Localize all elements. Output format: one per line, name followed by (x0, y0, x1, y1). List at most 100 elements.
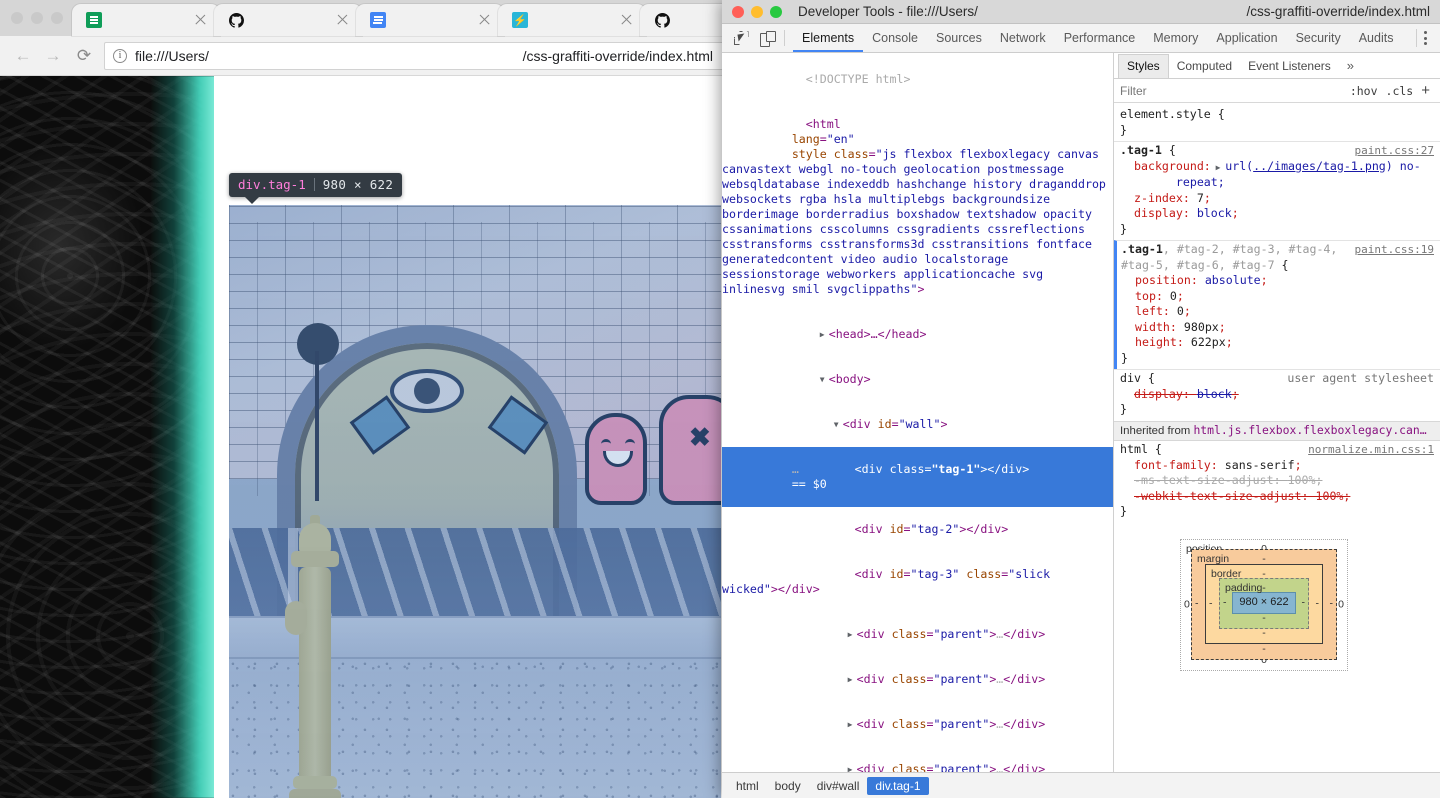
dom-line-parent[interactable]: ▶ <div class="parent">…</div> (722, 747, 1113, 772)
inspect-element-icon[interactable] (728, 27, 754, 49)
box-model-border[interactable]: border - - - - padding - - - - 980 × 622 (1205, 563, 1323, 644)
close-tab-icon[interactable] (336, 13, 349, 26)
rule-source-link[interactable]: paint.css:27 (1355, 143, 1434, 159)
breadcrumb-div-tag-1[interactable]: div.tag-1 (867, 776, 929, 795)
devtools-window-url: /css-graffiti-override/index.html (1246, 4, 1430, 19)
tab-event-listeners[interactable]: Event Listeners (1240, 54, 1339, 78)
declaration-top[interactable]: top: 0; (1121, 289, 1434, 305)
kebab-menu-icon[interactable] (1416, 29, 1434, 47)
reload-button[interactable]: ⟳ (68, 46, 100, 66)
close-tab-icon[interactable] (478, 13, 491, 26)
device-toolbar-icon[interactable] (754, 27, 780, 49)
toggle-element-classes-button[interactable]: .cls (1386, 84, 1414, 98)
margin-bottom-value[interactable]: - (1262, 642, 1266, 658)
declaration-display[interactable]: display: block; (1120, 206, 1434, 222)
devtools-body: <!DOCTYPE html> <html lang="en" style cl… (722, 53, 1440, 772)
box-model-margin[interactable]: margin - - - - border - - - - padding - … (1191, 548, 1337, 660)
dom-tree[interactable]: <!DOCTYPE html> <html lang="en" style cl… (722, 53, 1114, 772)
tab-styles[interactable]: Styles (1118, 53, 1169, 78)
tab-network[interactable]: Network (991, 24, 1055, 52)
dom-line-body-open[interactable]: ▼ <body> (722, 357, 1113, 402)
rule-source-link[interactable]: normalize.min.css:1 (1308, 442, 1434, 458)
position-left-value[interactable]: 0 (1184, 597, 1190, 613)
browser-tab-2[interactable] (214, 4, 362, 36)
forward-button[interactable]: → (38, 46, 68, 66)
declaration-width[interactable]: width: 980px; (1121, 320, 1434, 336)
close-tab-icon[interactable] (620, 13, 633, 26)
border-left-value[interactable]: - (1209, 596, 1213, 612)
dom-line-wall-open[interactable]: ▼ <div id="wall"> (722, 402, 1113, 447)
dom-line-parent[interactable]: ▶ <div class="parent">…</div> (722, 612, 1113, 657)
close-tab-icon[interactable] (194, 13, 207, 26)
address-bar[interactable]: i file:///Users/ /css-graffiti-override/… (104, 41, 726, 70)
background-image-url[interactable]: ../images/tag-1.png (1253, 159, 1386, 173)
close-window-button[interactable] (11, 12, 23, 24)
maximize-window-button[interactable] (770, 5, 782, 18)
tooltip-divider (313, 178, 315, 191)
declaration-background[interactable]: background: ▶ url(../images/tag-1.png) n… (1120, 159, 1434, 191)
tab-console[interactable]: Console (863, 24, 927, 52)
dom-line-parent[interactable]: ▶ <div class="parent">…</div> (722, 657, 1113, 702)
padding-left-value[interactable]: - (1223, 595, 1227, 611)
tab-application[interactable]: Application (1207, 24, 1286, 52)
breadcrumb-div-wall[interactable]: div#wall (809, 777, 868, 795)
back-button[interactable]: ← (8, 46, 38, 66)
maximize-window-button[interactable] (51, 12, 63, 24)
declaration-ms-text-size-adjust[interactable]: -ms-text-size-adjust: 100%; (1120, 473, 1434, 489)
tab-computed[interactable]: Computed (1169, 54, 1240, 78)
new-style-rule-button[interactable]: + (1421, 82, 1434, 99)
page-info-icon[interactable]: i (113, 48, 127, 63)
padding-bottom-value[interactable]: - (1262, 611, 1266, 627)
styles-rule-list: element.style { } .tag-1 { paint.css:27 … (1114, 103, 1440, 772)
padding-right-value[interactable]: - (1302, 595, 1306, 611)
devtools-panel-tabs: Elements Console Sources Network Perform… (722, 24, 1440, 53)
margin-right-value[interactable]: - (1330, 596, 1334, 612)
box-model-position[interactable]: position 0 0 0 0 margin - - - - (1180, 538, 1348, 671)
devtools-traffic-lights[interactable] (732, 5, 782, 18)
styles-filter-input[interactable]: Filter (1120, 84, 1342, 98)
minimize-window-button[interactable] (31, 12, 43, 24)
close-window-button[interactable] (732, 5, 744, 18)
tab-elements[interactable]: Elements (793, 24, 863, 52)
declaration-display-overridden[interactable]: display: block; (1120, 387, 1434, 403)
tab-performance[interactable]: Performance (1055, 24, 1145, 52)
toggle-pseudo-states-button[interactable]: :hov (1350, 84, 1378, 98)
dom-line-parent[interactable]: ▶ <div class="parent">…</div> (722, 702, 1113, 747)
dom-line-html-open[interactable]: <html lang="en" style class="js flexbox … (722, 102, 1113, 312)
devtools-title-bar: Developer Tools - file:///Users/ /css-gr… (722, 0, 1440, 24)
dom-line-tag2[interactable]: <div id="tag-2"></div> (722, 507, 1113, 552)
dom-line-head[interactable]: ▶ <head>…</head> (722, 312, 1113, 357)
declaration-left[interactable]: left: 0; (1121, 304, 1434, 320)
rule-element-style[interactable]: element.style { } (1114, 106, 1440, 141)
minimize-window-button[interactable] (751, 5, 763, 18)
browser-tab-1[interactable] (72, 4, 220, 36)
breadcrumb-body[interactable]: body (767, 777, 809, 795)
tab-sources[interactable]: Sources (927, 24, 991, 52)
position-right-value[interactable]: 0 (1338, 597, 1344, 613)
rule-div-user-agent[interactable]: div { user agent stylesheet display: blo… (1114, 369, 1440, 421)
rule-source-link[interactable]: paint.css:19 (1355, 242, 1434, 258)
rule-tag-group[interactable]: .tag-1, #tag-2, #tag-3, #tag-4, #tag-5, #… (1114, 240, 1440, 369)
more-tabs-icon[interactable]: » (1339, 58, 1362, 73)
declaration-webkit-text-size-adjust[interactable]: -webkit-text-size-adjust: 100%; (1120, 489, 1434, 505)
rule-html-inherited[interactable]: html { normalize.min.css:1 font-family: … (1114, 441, 1440, 523)
tab-security[interactable]: Security (1287, 24, 1350, 52)
dom-line-selected-tag1[interactable]: … <div class="tag-1"></div> == $0 (722, 447, 1113, 507)
declaration-height[interactable]: height: 622px; (1121, 335, 1434, 351)
padding-top-value[interactable]: - (1262, 581, 1266, 597)
tab-memory[interactable]: Memory (1144, 24, 1207, 52)
declaration-font-family[interactable]: font-family: sans-serif; (1120, 458, 1434, 474)
border-right-value[interactable]: - (1316, 596, 1320, 612)
declaration-z-index[interactable]: z-index: 7; (1120, 191, 1434, 207)
margin-left-value[interactable]: - (1195, 596, 1199, 612)
browser-tab-3[interactable] (356, 4, 504, 36)
dom-line-tag3[interactable]: <div id="tag-3" class="slick wicked"></d… (722, 552, 1113, 612)
window-traffic-lights[interactable] (11, 12, 63, 24)
browser-tab-5[interactable] (640, 4, 730, 36)
box-model-padding[interactable]: padding - - - - 980 × 622 (1219, 577, 1309, 629)
declaration-position[interactable]: position: absolute; (1121, 273, 1434, 289)
browser-tab-4[interactable]: ⚡ (498, 4, 646, 36)
breadcrumb-html[interactable]: html (728, 777, 767, 795)
rule-tag-1[interactable]: .tag-1 { paint.css:27 background: ▶ url(… (1114, 141, 1440, 240)
tab-audits[interactable]: Audits (1350, 24, 1403, 52)
